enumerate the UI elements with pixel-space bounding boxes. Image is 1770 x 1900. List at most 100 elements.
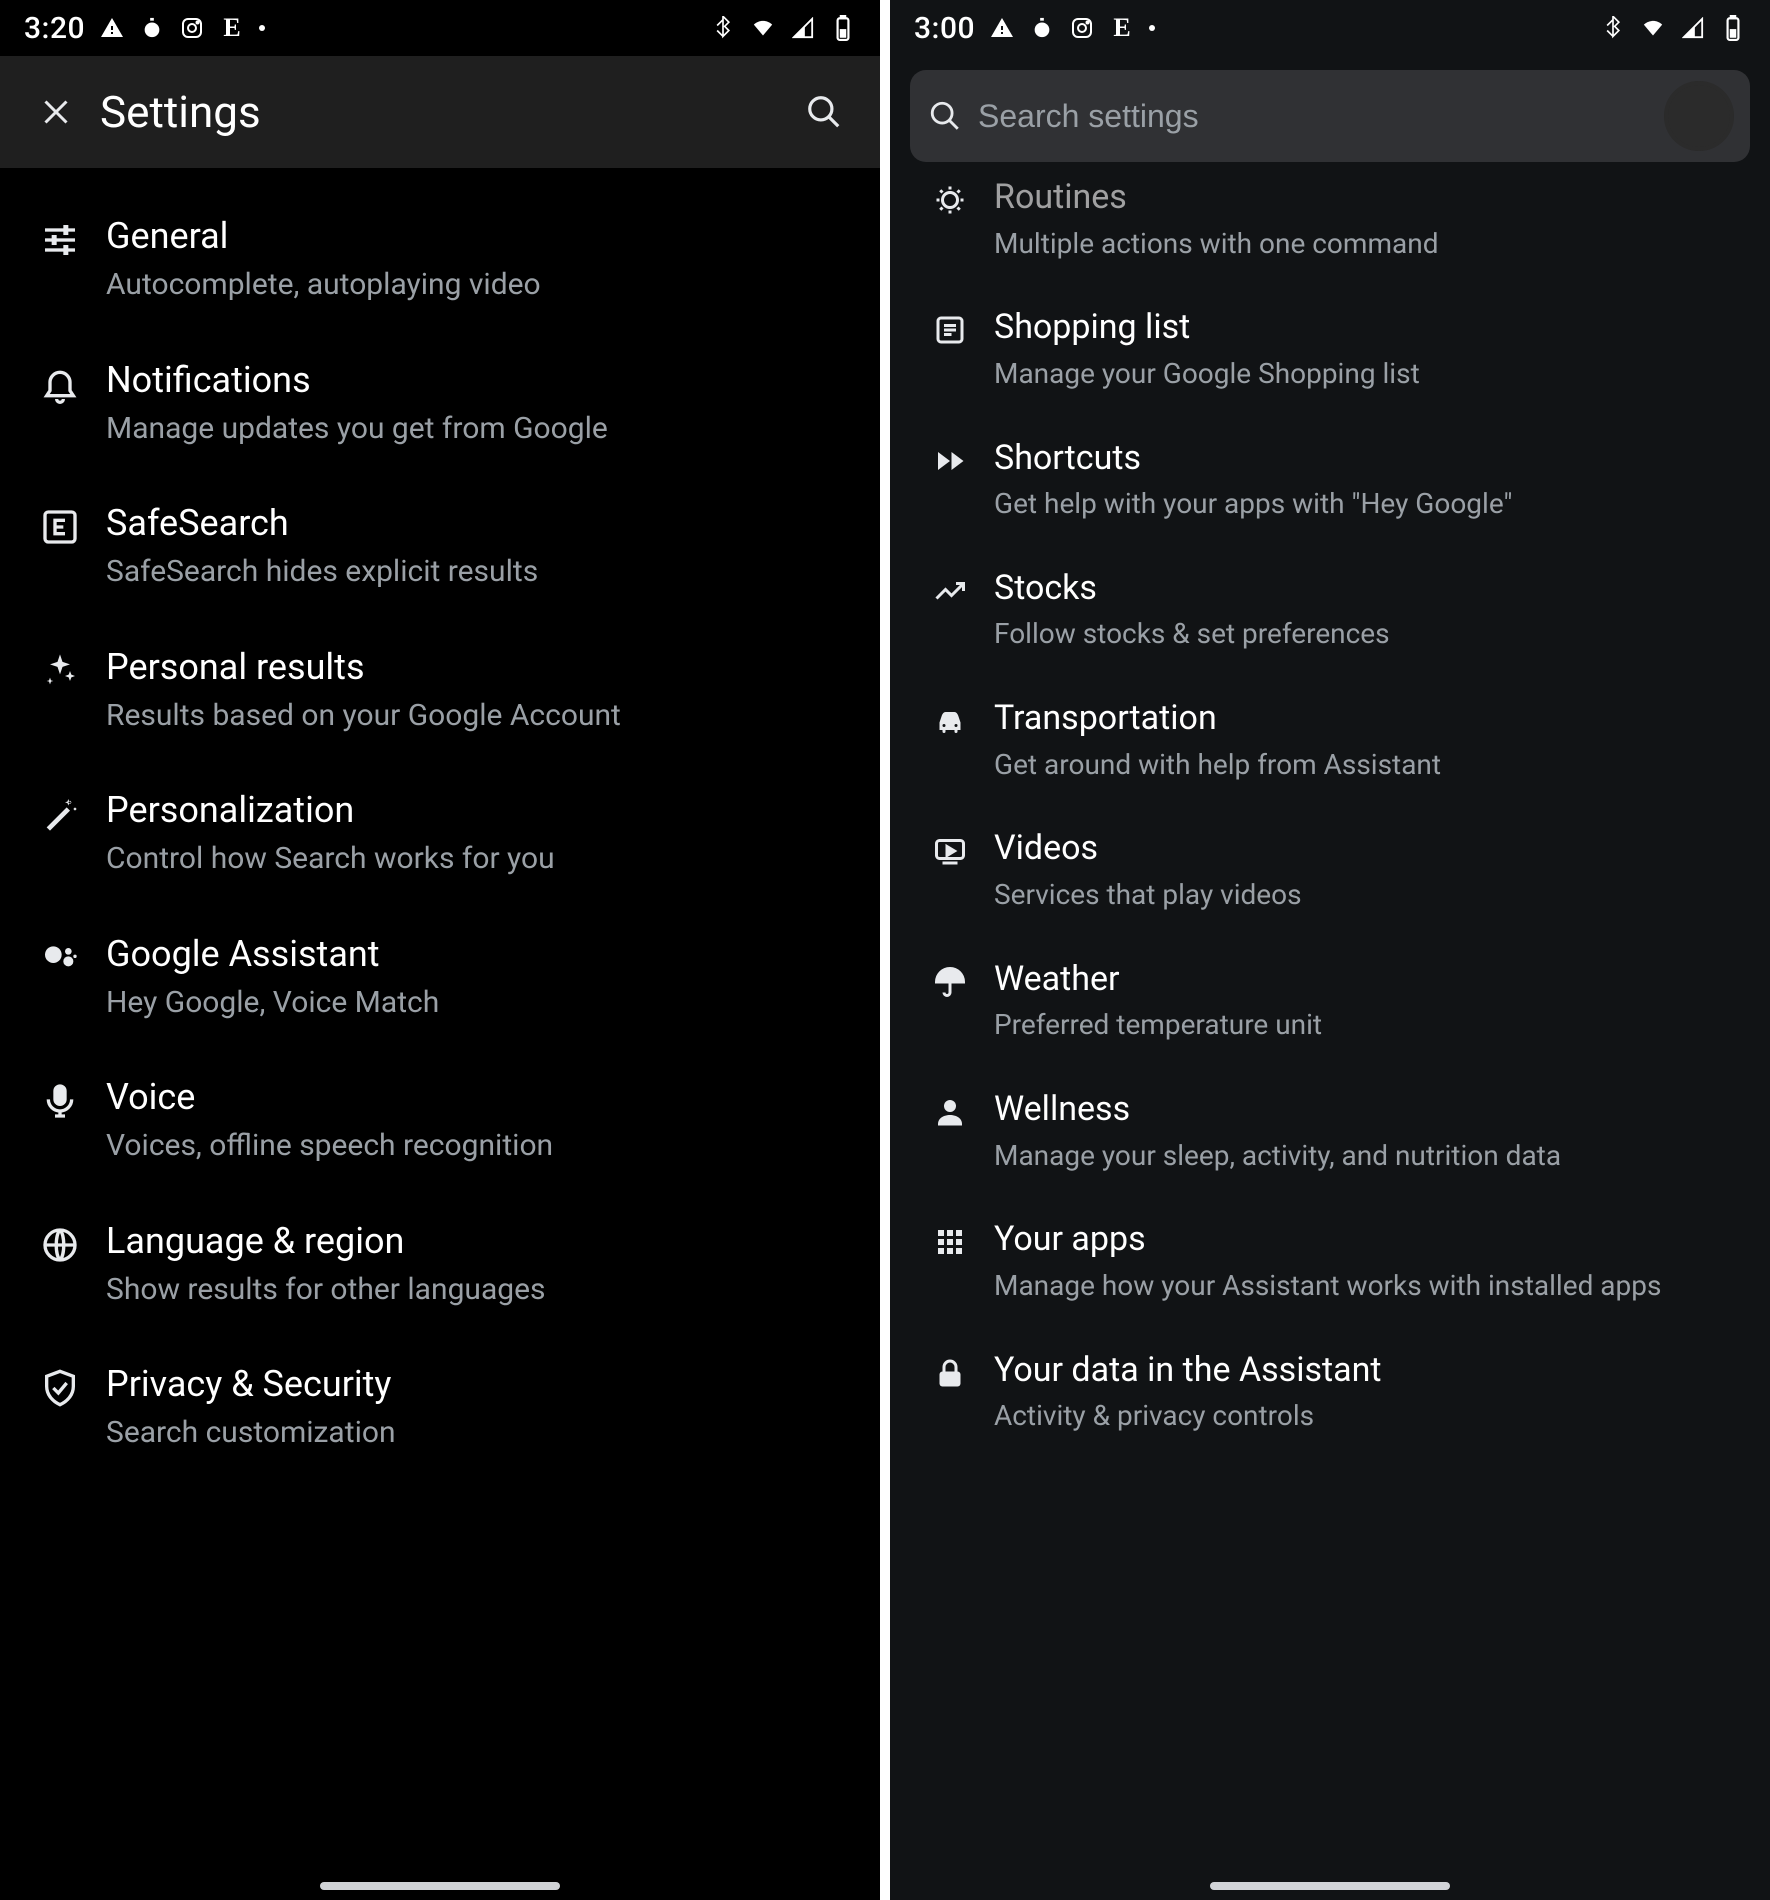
item-title: Notifications — [106, 358, 852, 403]
item-title: Personal results — [106, 645, 852, 690]
settings-item-privacy-security[interactable]: Privacy & Security Search customization — [0, 1336, 880, 1480]
item-title: Wellness — [994, 1088, 1742, 1131]
instagram-icon — [1069, 15, 1095, 41]
settings-item-wellness[interactable]: Wellness Manage your sleep, activity, an… — [890, 1066, 1770, 1196]
etsy-icon: E — [219, 15, 245, 41]
warning-icon — [99, 15, 125, 41]
item-title: SafeSearch — [106, 501, 852, 546]
shield-check-icon — [20, 1362, 100, 1408]
stopwatch-icon — [1029, 15, 1055, 41]
settings-item-transportation[interactable]: Transportation Get around with help from… — [890, 675, 1770, 805]
item-subtitle: Voices, offline speech recognition — [106, 1126, 852, 1167]
item-title: Your apps — [994, 1218, 1742, 1261]
explicit-icon — [20, 501, 100, 547]
item-title: Shortcuts — [994, 437, 1742, 480]
routines-icon — [912, 176, 988, 218]
item-title: Weather — [994, 958, 1742, 1001]
item-subtitle: Show results for other languages — [106, 1270, 852, 1311]
phone-right: 3:00 E Routines — [890, 0, 1770, 1900]
lock-icon — [912, 1349, 988, 1391]
item-title: Privacy & Security — [106, 1362, 852, 1407]
app-bar: Settings — [0, 56, 880, 168]
item-title: Videos — [994, 827, 1742, 870]
bluetooth-icon — [710, 15, 736, 41]
fast-forward-icon — [912, 437, 988, 479]
search-button[interactable] — [788, 76, 860, 148]
profile-avatar[interactable] — [1660, 77, 1738, 155]
stopwatch-icon — [139, 15, 165, 41]
search-bar[interactable] — [910, 70, 1750, 162]
settings-item-stocks[interactable]: Stocks Follow stocks & set preferences — [890, 545, 1770, 675]
item-subtitle: Search customization — [106, 1413, 852, 1454]
search-input[interactable] — [976, 97, 1646, 136]
item-title: Transportation — [994, 697, 1742, 740]
item-subtitle: Preferred temperature unit — [994, 1006, 1742, 1044]
person-icon — [912, 1088, 988, 1130]
battery-icon — [830, 15, 856, 41]
item-subtitle: Hey Google, Voice Match — [106, 983, 852, 1024]
item-subtitle: Manage your sleep, activity, and nutriti… — [994, 1137, 1742, 1175]
settings-item-your-data[interactable]: Your data in the Assistant Activity & pr… — [890, 1327, 1770, 1457]
cellular-icon — [790, 15, 816, 41]
apps-grid-icon — [912, 1218, 988, 1260]
wand-icon — [20, 788, 100, 834]
item-title: Google Assistant — [106, 932, 852, 977]
settings-item-weather[interactable]: Weather Preferred temperature unit — [890, 936, 1770, 1066]
item-title: Stocks — [994, 567, 1742, 610]
item-subtitle: Results based on your Google Account — [106, 696, 852, 737]
settings-item-safesearch[interactable]: SafeSearch SafeSearch hides explicit res… — [0, 475, 880, 619]
trending-up-icon — [912, 567, 988, 609]
phone-left: 3:20 E Settings — [0, 0, 880, 1900]
assistant-settings-list: Routines Multiple actions with one comma… — [890, 162, 1770, 1457]
item-subtitle: Activity & privacy controls — [994, 1397, 1742, 1435]
sparkle-icon — [20, 645, 100, 691]
status-time: 3:20 — [24, 11, 85, 46]
settings-item-language-region[interactable]: Language & region Show results for other… — [0, 1193, 880, 1337]
home-indicator[interactable] — [1210, 1882, 1450, 1890]
close-button[interactable] — [20, 76, 92, 148]
item-subtitle: Services that play videos — [994, 876, 1742, 914]
item-subtitle: SafeSearch hides explicit results — [106, 552, 852, 593]
settings-item-personalization[interactable]: Personalization Control how Search works… — [0, 762, 880, 906]
settings-item-shortcuts[interactable]: Shortcuts Get help with your apps with "… — [890, 415, 1770, 545]
battery-icon — [1720, 15, 1746, 41]
item-title: Personalization — [106, 788, 852, 833]
settings-item-shopping-list[interactable]: Shopping list Manage your Google Shoppin… — [890, 284, 1770, 414]
settings-item-videos[interactable]: Videos Services that play videos — [890, 805, 1770, 935]
more-notifications-dot — [259, 25, 265, 31]
umbrella-icon — [912, 958, 988, 1000]
item-subtitle: Follow stocks & set preferences — [994, 615, 1742, 653]
item-title: Voice — [106, 1075, 852, 1120]
settings-item-google-assistant[interactable]: Google Assistant Hey Google, Voice Match — [0, 906, 880, 1050]
cellular-icon — [1680, 15, 1706, 41]
settings-list: General Autocomplete, autoplaying video … — [0, 168, 880, 1480]
settings-item-routines[interactable]: Routines Multiple actions with one comma… — [890, 168, 1770, 284]
settings-item-notifications[interactable]: Notifications Manage updates you get fro… — [0, 332, 880, 476]
warning-icon — [989, 15, 1015, 41]
etsy-icon: E — [1109, 15, 1135, 41]
item-subtitle: Get around with help from Assistant — [994, 746, 1742, 784]
item-subtitle: Control how Search works for you — [106, 839, 852, 880]
status-time: 3:00 — [914, 11, 975, 46]
item-title: Routines — [994, 176, 1742, 219]
settings-item-general[interactable]: General Autocomplete, autoplaying video — [0, 188, 880, 332]
item-subtitle: Manage updates you get from Google — [106, 409, 852, 450]
search-icon — [928, 99, 962, 133]
item-subtitle: Multiple actions with one command — [994, 225, 1742, 263]
globe-icon — [20, 1219, 100, 1265]
settings-item-voice[interactable]: Voice Voices, offline speech recognition — [0, 1049, 880, 1193]
sliders-icon — [20, 214, 100, 260]
item-subtitle: Manage how your Assistant works with ins… — [994, 1267, 1742, 1305]
assistant-icon — [20, 932, 100, 978]
home-indicator[interactable] — [320, 1882, 560, 1890]
settings-item-personal-results[interactable]: Personal results Results based on your G… — [0, 619, 880, 763]
item-title: Shopping list — [994, 306, 1742, 349]
settings-item-your-apps[interactable]: Your apps Manage how your Assistant work… — [890, 1196, 1770, 1326]
car-icon — [912, 697, 988, 739]
video-icon — [912, 827, 988, 869]
item-subtitle: Get help with your apps with "Hey Google… — [994, 485, 1742, 523]
wifi-icon — [750, 15, 776, 41]
mic-icon — [20, 1075, 100, 1121]
status-bar: 3:00 E — [890, 0, 1770, 56]
bluetooth-icon — [1600, 15, 1626, 41]
